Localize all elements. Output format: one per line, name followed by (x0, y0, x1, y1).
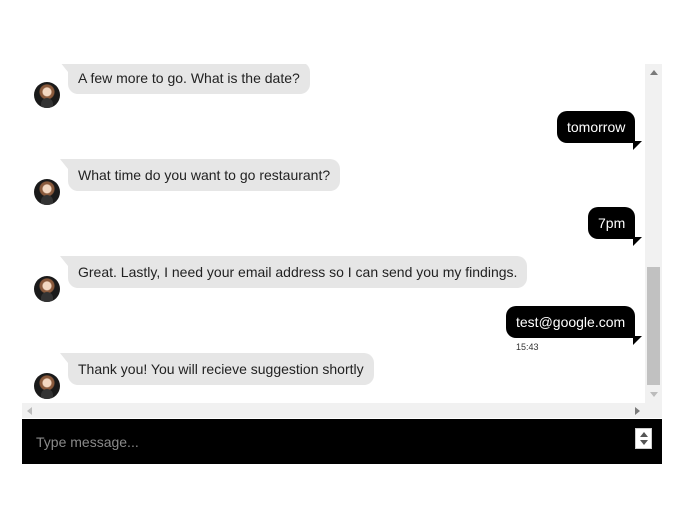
user-message-text: tomorrow (557, 111, 643, 150)
scrollbar-thumb[interactable] (647, 267, 660, 385)
arrow-left-icon[interactable] (27, 407, 32, 415)
arrow-right-icon[interactable] (635, 407, 640, 415)
input-spinner[interactable] (635, 428, 652, 449)
chat-history[interactable]: A few more to go. What is the date? tomo… (22, 64, 645, 403)
bot-message-text: What time do you want to go restaurant? (59, 159, 341, 191)
bot-avatar-icon (34, 373, 60, 399)
scrollbar-corner (645, 403, 662, 418)
bot-avatar-icon (34, 276, 60, 302)
spinner-up-icon[interactable] (640, 432, 648, 437)
arrow-down-icon[interactable] (650, 392, 658, 397)
arrow-up-icon[interactable] (650, 70, 658, 75)
bot-message-text: Thank you! You will recieve suggestion s… (60, 353, 374, 385)
message-input[interactable] (34, 429, 628, 455)
user-message-text: test@google.com (506, 306, 643, 345)
bot-avatar-icon (34, 82, 60, 108)
bot-avatar-icon (34, 179, 60, 205)
message-timestamp: 15:43 (516, 342, 539, 352)
bot-message-text: A few more to go. What is the date? (60, 64, 310, 94)
bot-message-text: Great. Lastly, I need your email address… (59, 256, 528, 288)
vertical-scrollbar[interactable] (645, 64, 662, 403)
spinner-down-icon[interactable] (640, 440, 648, 445)
user-message-text: 7pm (588, 207, 643, 246)
message-composer (22, 419, 662, 464)
horizontal-scrollbar[interactable] (22, 403, 645, 418)
